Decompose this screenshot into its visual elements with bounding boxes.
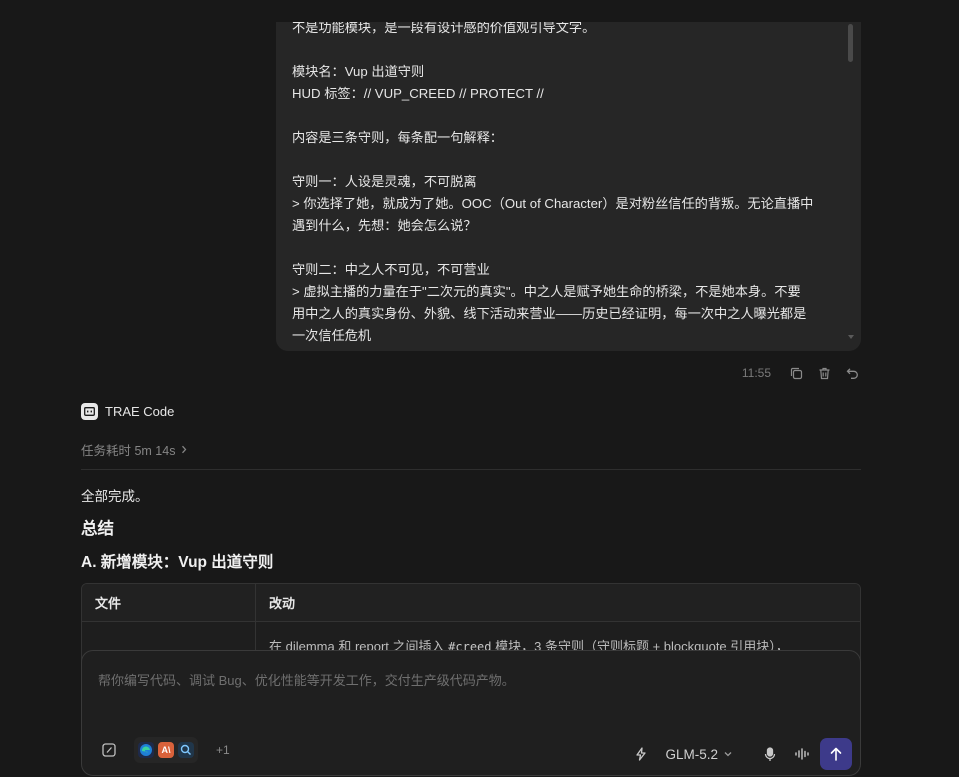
divider bbox=[81, 469, 861, 470]
voice-waveform-icon[interactable] bbox=[786, 738, 818, 770]
task-duration-toggle[interactable]: 任务耗时 5m 14s bbox=[81, 441, 187, 458]
task-duration-label: 任务耗时 5m 14s bbox=[81, 443, 176, 458]
message-line bbox=[292, 237, 837, 259]
message-line: 用中之人的真实身份、外貌、线下活动来营业——历史已经证明，每一次中之人曝光都是 bbox=[292, 306, 807, 321]
message-scrollbar[interactable] bbox=[848, 24, 853, 62]
message-line: 模块名：Vup 出道守则 bbox=[292, 64, 425, 79]
message-line: 不是功能模块，是一段有设计感的价值观引导文字。 bbox=[292, 22, 596, 35]
user-message-text: 不是功能模块，是一段有设计感的价值观引导文字。 模块名：Vup 出道守则 HUD 标… bbox=[292, 22, 837, 347]
copy-icon[interactable] bbox=[787, 364, 805, 382]
message-line: 遇到什么，先想：她会怎么说？ bbox=[292, 218, 477, 233]
model-selector[interactable]: GLM-5.2 bbox=[657, 738, 740, 770]
completion-text: 全部完成。 bbox=[81, 489, 149, 504]
undo-icon[interactable] bbox=[843, 364, 861, 382]
user-message-bubble: 不是功能模块，是一段有设计感的价值观引导文字。 模块名：Vup 出道守则 HUD 标… bbox=[276, 22, 861, 351]
chat-window: 不是功能模块，是一段有设计感的价值观引导文字。 模块名：Vup 出道守则 HUD 标… bbox=[0, 0, 959, 777]
message-line: 内容是三条守则，每条配一句解释： bbox=[292, 130, 503, 145]
chevron-right-icon bbox=[182, 445, 187, 453]
message-line: 守则二：中之人不可见，不可营业 bbox=[292, 262, 490, 277]
composer-left-tools: A\ +1 bbox=[98, 737, 230, 763]
column-header-change: 改动 bbox=[269, 596, 296, 611]
model-name: GLM-5.2 bbox=[665, 746, 718, 762]
context-more-count[interactable]: +1 bbox=[216, 743, 230, 757]
message-line: > 虚拟主播的力量在于"二次元的真实"。中之人是赋予她生命的桥梁，不是她本身。不… bbox=[292, 284, 801, 299]
message-line bbox=[292, 149, 837, 171]
trae-logo-icon bbox=[81, 402, 98, 420]
section-a-heading: A. 新增模块：Vup 出道守则 bbox=[81, 554, 274, 571]
scroll-down-arrow-icon[interactable] bbox=[848, 335, 854, 339]
chat-composer: A\ +1 GLM-5.2 bbox=[81, 650, 861, 776]
message-line: 一次信任危机 bbox=[292, 328, 372, 343]
microphone-icon[interactable] bbox=[754, 738, 786, 770]
edit-mode-icon[interactable] bbox=[98, 739, 120, 761]
column-header-file: 文件 bbox=[82, 584, 256, 621]
agent-name: TRAE Code bbox=[105, 403, 175, 419]
arrow-up-icon bbox=[830, 747, 842, 761]
context-sources[interactable]: A\ bbox=[134, 737, 198, 763]
table-header: 文件 改动 bbox=[82, 584, 860, 622]
message-time: 11:55 bbox=[741, 366, 771, 380]
delete-icon[interactable] bbox=[815, 364, 833, 382]
message-line bbox=[292, 105, 837, 127]
search-context-icon[interactable] bbox=[178, 742, 194, 758]
anthropic-icon[interactable]: A\ bbox=[158, 742, 174, 758]
lightning-icon[interactable] bbox=[625, 738, 657, 770]
chevron-down-icon bbox=[724, 752, 732, 757]
message-line bbox=[292, 39, 837, 61]
composer-right-tools: GLM-5.2 bbox=[625, 738, 852, 770]
agent-header: TRAE Code bbox=[81, 402, 174, 420]
edge-browser-icon[interactable] bbox=[138, 742, 154, 758]
summary-heading: 总结 bbox=[81, 520, 114, 538]
message-line: > 你选择了她，就成为了她。OOC（Out of Character）是对粉丝信… bbox=[292, 196, 814, 211]
message-line: HUD 标签：// VUP_CREED // PROTECT // bbox=[292, 86, 544, 101]
message-line: 守则一：人设是灵魂，不可脱离 bbox=[292, 174, 477, 189]
message-actions: 11:55 bbox=[742, 364, 861, 382]
chat-input[interactable] bbox=[98, 669, 844, 691]
send-button[interactable] bbox=[820, 738, 852, 770]
